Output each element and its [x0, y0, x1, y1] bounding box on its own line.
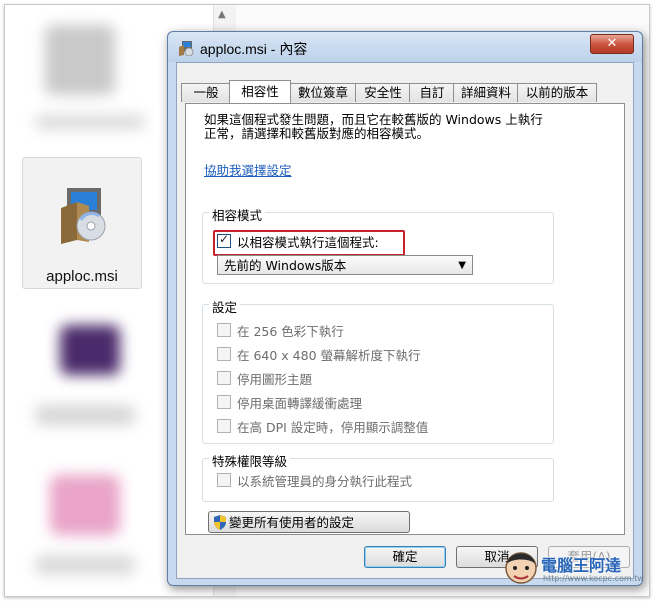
setting-640x480-checkbox[interactable]	[217, 347, 231, 361]
run-as-admin-row[interactable]: 以系統管理員的身分執行此程式	[217, 471, 412, 489]
tab-label: 自訂	[419, 85, 445, 100]
settings-group: 設定 在 256 色彩下執行 在 640 x 480 螢幕解析度下執行 停用圖形…	[202, 297, 554, 444]
properties-dialog: apploc.msi - 內容 ✕ 一般 相容性 數位簽章 安全性 自訂 詳細資…	[167, 31, 643, 586]
description-text: 如果這個程式發生問題，而且它在較舊版的 Windows 上執行 正常，請選擇和較…	[204, 113, 624, 141]
setting-label: 在高 DPI 設定時，停用顯示調整值	[237, 419, 429, 435]
privilege-level-group: 特殊權限等級 以系統管理員的身分執行此程式	[202, 451, 554, 502]
setting-disable-themes-checkbox[interactable]	[217, 371, 231, 385]
run-as-admin-checkbox[interactable]	[217, 473, 231, 487]
tab-label: 以前的版本	[525, 85, 589, 100]
compat-mode-checkbox-row[interactable]: 以相容模式執行這個程式:	[217, 232, 379, 250]
tab-general[interactable]: 一般	[181, 83, 231, 102]
dialog-title: apploc.msi - 內容	[200, 41, 308, 57]
mascot-face-icon	[505, 552, 537, 584]
close-icon: ✕	[606, 36, 618, 51]
tab-details[interactable]: 詳細資料	[453, 83, 519, 102]
dialog-titlebar[interactable]: apploc.msi - 內容 ✕	[168, 32, 642, 62]
tab-label: 相容性	[241, 84, 279, 99]
tab-custom[interactable]: 自訂	[409, 83, 455, 102]
app-icon	[179, 41, 194, 56]
tab-label: 數位簽章	[297, 85, 348, 100]
compat-mode-checkbox[interactable]	[217, 232, 231, 248]
selected-file-item[interactable]: apploc.msi	[22, 157, 142, 289]
blurred-label-1	[35, 115, 145, 129]
setting-640x480-row[interactable]: 在 640 x 480 螢幕解析度下執行	[217, 345, 421, 363]
setting-disable-composition-checkbox[interactable]	[217, 395, 231, 409]
dialog-client-area: 一般 相容性 數位簽章 安全性 自訂 詳細資料 以前的版本 如果這個程式發生問題…	[176, 62, 634, 579]
watermark-text: 電腦王阿達	[541, 556, 622, 575]
setting-256-colors-row[interactable]: 在 256 色彩下執行	[217, 321, 344, 339]
ok-button[interactable]: 確定	[364, 546, 446, 568]
blurred-icon-3	[50, 475, 120, 535]
setting-disable-themes-row[interactable]: 停用圖形主題	[217, 369, 312, 387]
change-settings-all-users-button[interactable]: 變更所有使用者的設定	[208, 511, 410, 533]
tab-digital-signatures[interactable]: 數位簽章	[289, 83, 357, 102]
tab-compatibility[interactable]: 相容性	[229, 80, 291, 103]
help-me-choose-link[interactable]: 協助我選擇設定	[204, 160, 292, 179]
windows-version-dropdown[interactable]: 先前的 Windows版本 ▼	[217, 255, 473, 275]
uac-shield-icon	[214, 515, 226, 530]
setting-label: 停用桌面轉譯緩衝處理	[237, 395, 363, 411]
setting-disable-dpi-scaling-checkbox[interactable]	[217, 419, 231, 433]
setting-disable-composition-row[interactable]: 停用桌面轉譯緩衝處理	[217, 393, 362, 411]
close-button[interactable]: ✕	[590, 34, 634, 54]
description-line-2: 正常，請選擇和較舊版對應的相容模式。	[204, 126, 430, 141]
site-watermark: 電腦王阿達 http://www.kocpc.com.tw	[503, 548, 644, 592]
blurred-label-2	[35, 405, 135, 425]
screenshot-frame: apploc.msi ▲ apploc.msi - 內容 ✕ 一般 相容性 數位…	[4, 4, 650, 597]
compatibility-mode-group: 相容模式 以相容模式執行這個程式: 先前的 Windows版本 ▼	[202, 205, 554, 284]
tab-label: 安全性	[364, 85, 402, 100]
blurred-label-3	[35, 555, 135, 575]
setting-disable-dpi-scaling-row[interactable]: 在高 DPI 設定時，停用顯示調整值	[217, 417, 428, 435]
run-as-admin-label: 以系統管理員的身分執行此程式	[237, 473, 413, 489]
blurred-icon-2	[60, 325, 120, 375]
dropdown-arrow-icon: ▼	[458, 260, 466, 271]
compat-mode-label: 以相容模式執行這個程式:	[237, 234, 379, 250]
tab-label: 一般	[193, 85, 219, 100]
setting-label: 在 256 色彩下執行	[237, 323, 344, 339]
setting-256-colors-checkbox[interactable]	[217, 323, 231, 337]
scroll-up-arrow-icon[interactable]: ▲	[218, 9, 226, 20]
file-name-label: apploc.msi	[46, 268, 118, 285]
tab-security[interactable]: 安全性	[355, 83, 411, 102]
tab-previous-versions[interactable]: 以前的版本	[517, 83, 597, 102]
compatibility-tab-page: 如果這個程式發生問題，而且它在較舊版的 Windows 上執行 正常，請選擇和較…	[185, 103, 625, 535]
group-title-privilege: 特殊權限等級	[209, 451, 291, 470]
dropdown-value: 先前的 Windows版本	[224, 258, 347, 273]
tab-label: 詳細資料	[460, 85, 511, 100]
watermark-url: http://www.kocpc.com.tw	[543, 574, 644, 583]
setting-label: 在 640 x 480 螢幕解析度下執行	[237, 347, 421, 363]
blurred-icon-1	[45, 25, 115, 95]
group-title-settings: 設定	[209, 297, 241, 316]
setting-label: 停用圖形主題	[237, 371, 313, 387]
description-line-1: 如果這個程式發生問題，而且它在較舊版的 Windows 上執行	[204, 112, 543, 127]
change-settings-label: 變更所有使用者的設定	[229, 515, 355, 530]
installer-package-icon	[61, 188, 106, 244]
group-title-compat: 相容模式	[209, 205, 266, 224]
